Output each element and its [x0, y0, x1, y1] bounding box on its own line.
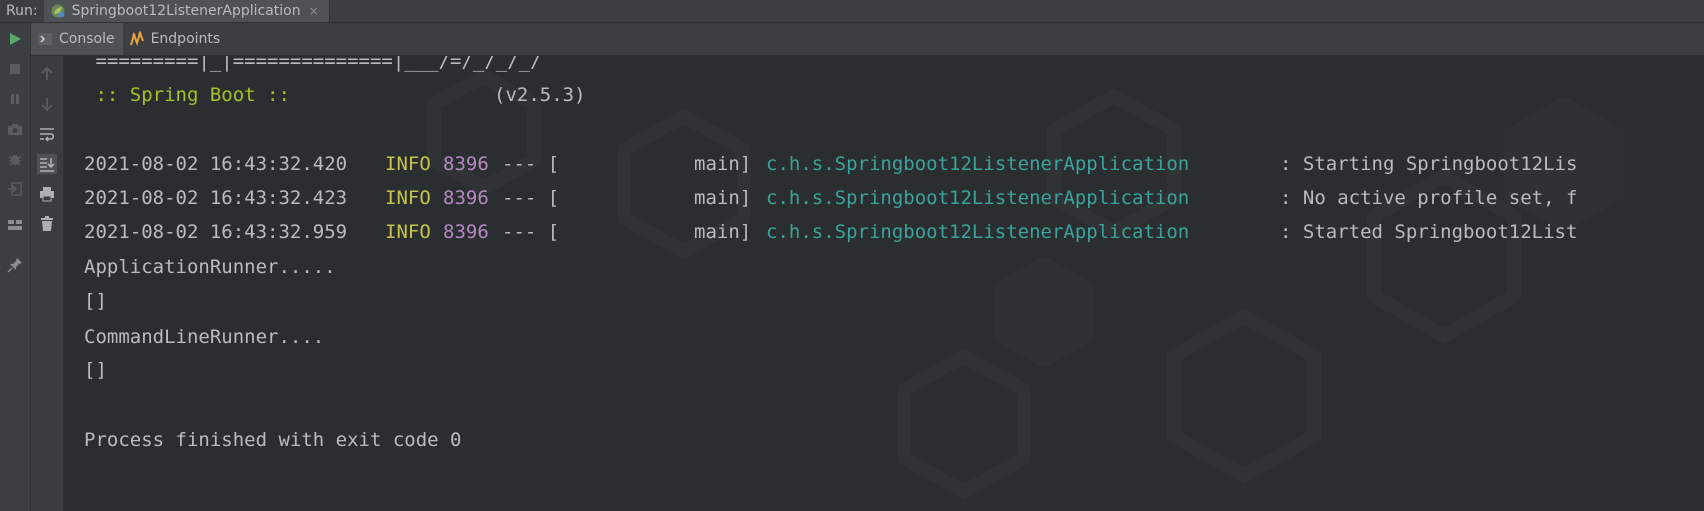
empty-array-output: []: [84, 359, 107, 381]
log-separator: --- [: [502, 153, 560, 175]
run-toolwindow-header: Run: Springboot12ListenerApplication ×: [0, 0, 1704, 23]
commandline-runner-output: CommandLineRunner....: [84, 326, 325, 348]
run-config-tab[interactable]: Springboot12ListenerApplication ×: [43, 0, 330, 22]
log-separator: --- [: [502, 221, 560, 243]
tab-endpoints[interactable]: Endpoints: [123, 23, 229, 55]
console-output[interactable]: =========|_|==============|___/=/_/_/_/ …: [64, 56, 1704, 511]
log-message: : Started Springboot12List: [1280, 221, 1578, 243]
empty-array-output: []: [84, 290, 107, 312]
log-level: INFO: [385, 153, 431, 175]
tab-endpoints-label: Endpoints: [150, 31, 221, 47]
console-tabs-bar: Console Endpoints: [31, 23, 1704, 56]
log-logger-link[interactable]: c.h.s.Springboot12ListenerApplication: [766, 187, 1189, 209]
log-logger-link[interactable]: c.h.s.Springboot12ListenerApplication: [766, 153, 1189, 175]
stop-icon[interactable]: [5, 59, 25, 79]
log-level: INFO: [385, 221, 431, 243]
log-message: : Starting Springboot12Lis: [1280, 153, 1578, 175]
run-label: Run:: [6, 3, 38, 19]
log-pid: 8396: [443, 221, 489, 243]
print-icon[interactable]: [37, 184, 57, 204]
run-actions-toolbar: [0, 23, 31, 511]
run-icon[interactable]: [5, 29, 25, 49]
log-pid: 8396: [443, 153, 489, 175]
endpoints-icon: [129, 31, 144, 47]
scroll-to-end-icon[interactable]: [37, 154, 57, 174]
log-separator: --- [: [502, 187, 560, 209]
log-pid: 8396: [443, 187, 489, 209]
spring-boot-version: (v2.5.3): [494, 84, 586, 106]
pause-icon[interactable]: [5, 89, 25, 109]
spring-boot-banner: :: Spring Boot ::: [84, 84, 302, 106]
log-logger-link[interactable]: c.h.s.Springboot12ListenerApplication: [766, 221, 1189, 243]
log-thread: main]: [694, 221, 752, 243]
console-icon: [38, 33, 52, 45]
log-timestamp: 2021-08-02 16:43:32.420: [84, 153, 348, 175]
soft-wrap-icon[interactable]: [37, 124, 57, 144]
up-arrow-icon[interactable]: [37, 64, 57, 84]
log-timestamp: 2021-08-02 16:43:32.423: [84, 187, 348, 209]
layout-icon[interactable]: [5, 215, 25, 235]
tab-console[interactable]: Console: [31, 23, 123, 55]
application-runner-output: ApplicationRunner.....: [84, 256, 336, 278]
log-level: INFO: [385, 187, 431, 209]
close-icon[interactable]: ×: [309, 4, 319, 18]
process-finished-message: Process finished with exit code 0: [84, 429, 462, 451]
camera-icon[interactable]: [5, 119, 25, 139]
pin-icon[interactable]: [5, 255, 25, 275]
log-thread: main]: [694, 153, 752, 175]
exit-icon[interactable]: [5, 179, 25, 199]
run-tab-title: Springboot12ListenerApplication: [71, 3, 301, 19]
trash-icon[interactable]: [37, 214, 57, 234]
tab-console-label: Console: [59, 31, 115, 47]
log-timestamp: 2021-08-02 16:43:32.959: [84, 221, 348, 243]
debug-bug-icon[interactable]: [5, 149, 25, 169]
log-thread: main]: [694, 187, 752, 209]
down-arrow-icon[interactable]: [37, 94, 57, 114]
banner-line: =========|_|==============|___/=/_/_/_/: [84, 56, 542, 72]
spring-boot-leaf-icon: [51, 4, 65, 18]
log-message: : No active profile set, f: [1280, 187, 1578, 209]
console-tools-toolbar: [31, 56, 64, 511]
